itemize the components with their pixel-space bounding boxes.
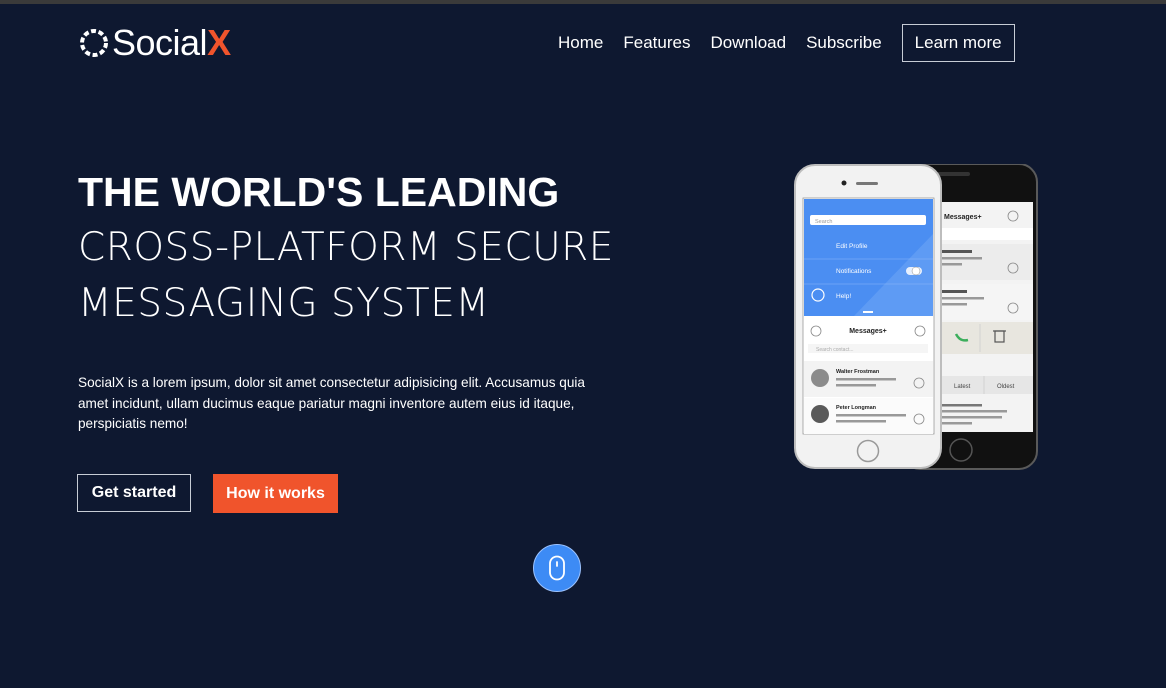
learn-more-button[interactable]: Learn more xyxy=(901,24,1015,62)
hero-title-line2: CROSS-PLATFORM SECURE xyxy=(78,225,614,270)
phone-front: Search Edit Profile Notifications Help! … xyxy=(794,164,942,469)
phone-front-menu-help: Help! xyxy=(836,293,851,300)
how-it-works-button[interactable]: How it works xyxy=(213,474,338,513)
browser-top-edge xyxy=(0,0,1166,4)
scroll-down-button[interactable] xyxy=(533,544,581,592)
main-nav: Home Features Download Subscribe Learn m… xyxy=(558,24,1015,62)
nav-home[interactable]: Home xyxy=(558,33,603,53)
nav-features[interactable]: Features xyxy=(623,33,690,53)
phone-front-search-contact: Search contact... xyxy=(816,347,854,353)
phones-illustration: Messages+ Latest Oldest Search Edit Prof… xyxy=(794,164,1038,470)
mouse-icon xyxy=(549,555,565,581)
get-started-button[interactable]: Get started xyxy=(77,474,191,512)
phone-back-title: Messages+ xyxy=(944,214,982,221)
phone-front-menu-notifications: Notifications xyxy=(836,268,872,275)
logo[interactable]: SocialX xyxy=(78,24,231,62)
hero-description: SocialX is a lorem ipsum, dolor sit amet… xyxy=(78,375,585,431)
phone-back-tab-latest: Latest xyxy=(954,384,971,390)
nav-download[interactable]: Download xyxy=(710,33,786,53)
hero-title-line1: THE WORLD'S LEADING xyxy=(78,169,560,215)
phone-front-menu-edit-profile: Edit Profile xyxy=(836,243,868,250)
nav-subscribe[interactable]: Subscribe xyxy=(806,33,882,53)
hero-title-line3: MESSAGING SYSTEM xyxy=(78,281,490,326)
logo-text: SocialX xyxy=(112,22,231,63)
phone-front-title: Messages+ xyxy=(849,328,887,335)
phone-front-search: Search xyxy=(815,219,832,225)
logo-ring-icon xyxy=(80,29,108,57)
phone-front-msg1-name: Walter Frostman xyxy=(836,369,880,375)
phone-front-msg2-name: Peter Longman xyxy=(836,405,877,411)
phone-back-tab-oldest: Oldest xyxy=(997,384,1015,390)
